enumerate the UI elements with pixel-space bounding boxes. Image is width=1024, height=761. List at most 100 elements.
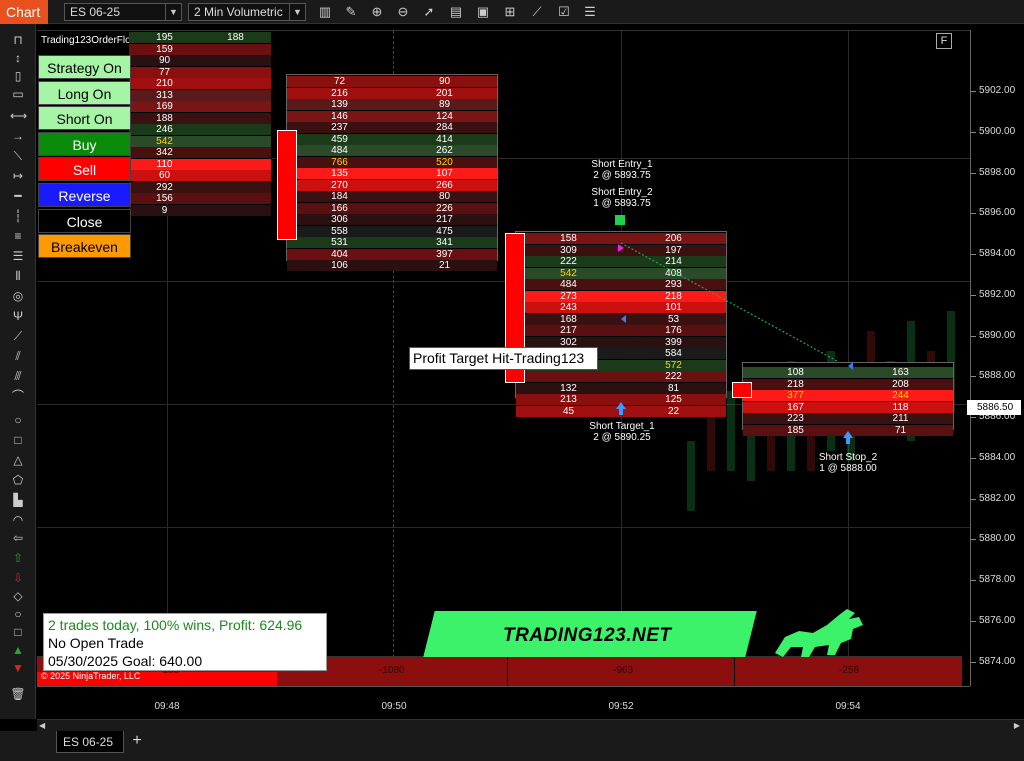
- screenshot-icon[interactable]: ▣: [475, 4, 491, 20]
- control-button-reverse[interactable]: Reverse: [38, 182, 131, 207]
- properties-icon[interactable]: ▤: [448, 4, 464, 20]
- andrews-pitchfork-icon[interactable]: Ψ: [10, 308, 26, 324]
- line-icon[interactable]: ⟷: [10, 108, 27, 124]
- ellipse-icon[interactable]: ○: [10, 412, 26, 428]
- control-button-buy[interactable]: Buy: [38, 131, 131, 156]
- price-tick: 5900.00: [970, 125, 1016, 137]
- price-tick: 5882.00: [970, 492, 1016, 504]
- short-target-1-label: Short Target_1: [589, 421, 655, 432]
- instrument-value: ES 06-25: [70, 5, 121, 19]
- chevron-down-icon: ▼: [165, 4, 181, 20]
- trend-channel-icon[interactable]: ⫻: [10, 368, 26, 384]
- scroll-left-icon[interactable]: ◀: [39, 721, 45, 730]
- control-button-short-on[interactable]: Short On: [38, 106, 131, 131]
- price-tick: 5884.00: [970, 451, 1016, 463]
- zoom-in-icon[interactable]: ⊕: [369, 4, 385, 20]
- bar-type-selector[interactable]: 2 Min Volumetric ▼: [188, 3, 306, 21]
- target-up-arrow: [616, 402, 626, 409]
- stats-line-3: 05/30/2025 Goal: 640.00: [48, 653, 203, 669]
- scroll-right-icon[interactable]: ▶: [1014, 721, 1020, 730]
- regression-channel-icon[interactable]: ⫽: [10, 348, 26, 364]
- horizontal-line-icon[interactable]: ━: [10, 188, 26, 204]
- arrow-line-icon[interactable]: ↦: [10, 168, 26, 184]
- price-tick: 5880.00: [970, 533, 1016, 545]
- short-target-1-detail: 2 @ 5890.25: [593, 432, 651, 443]
- triangle-icon[interactable]: △: [10, 452, 26, 468]
- control-button-close[interactable]: Close: [38, 208, 131, 233]
- time-axis[interactable]: 09:48 09:50 09:52 09:54: [37, 686, 970, 719]
- fib-extension-icon[interactable]: ☰: [10, 248, 26, 264]
- stop-arrow: [848, 362, 853, 370]
- chart-tab[interactable]: Chart: [0, 0, 48, 24]
- polygon-icon[interactable]: ⬠: [10, 472, 26, 488]
- stats-line-2: No Open Trade: [48, 635, 144, 651]
- region-icon[interactable]: ▯: [10, 68, 26, 84]
- rectangle-dotted-icon[interactable]: ▭: [10, 86, 26, 102]
- horizontal-scrollbar[interactable]: ◀ ▶: [37, 719, 1024, 731]
- brand-text: TRADING123.NET: [503, 625, 672, 646]
- stop-up-arrow: [843, 431, 853, 438]
- dot-icon[interactable]: ○: [10, 606, 26, 622]
- zoom-out-icon[interactable]: ⊖: [395, 4, 411, 20]
- ruler-icon[interactable]: ⊓: [10, 32, 26, 48]
- arrow-up-down-icon[interactable]: ↕: [10, 50, 26, 66]
- diamond-icon[interactable]: ◇: [10, 588, 26, 604]
- square-icon[interactable]: □: [10, 624, 26, 640]
- arc-icon[interactable]: ⌒: [10, 388, 26, 404]
- menu-icon[interactable]: ☰: [582, 4, 598, 20]
- profit-target-label: Profit Target Hit-Trading123: [409, 347, 598, 370]
- alerts-icon[interactable]: ☑: [556, 4, 572, 20]
- vertical-line-icon[interactable]: ┆: [10, 208, 26, 224]
- strip-divider: [734, 657, 735, 686]
- bar-type-value: 2 Min Volumetric: [194, 5, 283, 19]
- strategies-icon[interactable]: ⟋: [529, 4, 545, 20]
- tab-es-06-25[interactable]: ES 06-25: [56, 731, 124, 753]
- rectangle-icon[interactable]: □: [10, 432, 26, 448]
- arc-tool-icon[interactable]: ◠: [10, 512, 26, 528]
- volume-profile-icon[interactable]: ▙: [10, 492, 26, 508]
- data-series-icon[interactable]: ▥: [317, 4, 333, 20]
- price-tick: 5902.00: [970, 85, 1016, 97]
- control-button-breakeven[interactable]: Breakeven: [38, 234, 131, 259]
- extended-line-icon[interactable]: ⟍: [10, 148, 26, 164]
- entry-marker: [615, 215, 625, 225]
- indicators-icon[interactable]: ⊞: [502, 4, 518, 20]
- pencil-icon[interactable]: ✎: [343, 4, 359, 20]
- chart-toolbar: Chart ES 06-25 ▼ 2 Min Volumetric ▼ ▥ ✎ …: [0, 0, 1024, 24]
- delta-value: -258: [839, 665, 860, 676]
- instrument-selector[interactable]: ES 06-25 ▼: [64, 3, 182, 21]
- text-icon[interactable]: ⇦: [10, 530, 26, 546]
- stats-line-1: 2 trades today, 100% wins, Profit: 624.9…: [48, 617, 303, 633]
- trash-icon[interactable]: 🗑: [10, 686, 26, 702]
- time-tick: 09:48: [154, 701, 180, 712]
- add-tab-button[interactable]: +: [128, 731, 146, 753]
- price-axis[interactable]: 5902.00 5900.00 5898.00 5896.00 5894.00 5892.…: [967, 30, 1024, 686]
- triangle-up-icon[interactable]: ▲: [10, 642, 26, 658]
- fib-time-icon[interactable]: ⦀: [10, 268, 26, 284]
- arrow-down-icon[interactable]: ⇩: [10, 570, 26, 586]
- gann-fan-icon[interactable]: ⟋: [10, 328, 26, 344]
- price-tick: 5892.00: [970, 288, 1016, 300]
- control-button-long-on[interactable]: Long On: [38, 80, 131, 105]
- price-tick: 5876.00: [970, 614, 1016, 626]
- control-button-sell[interactable]: Sell: [38, 157, 131, 182]
- copyright: © 2025 NinjaTrader, LLC: [41, 671, 141, 681]
- cursor-icon[interactable]: ➚: [421, 4, 437, 20]
- short-entry-2-label: Short Entry_2: [591, 187, 653, 198]
- target-arrow: [621, 315, 626, 323]
- triangle-down-icon[interactable]: ▼: [10, 660, 26, 676]
- bull-logo: [775, 609, 863, 657]
- short-stop-2-label: Short Stop_2: [818, 452, 878, 463]
- chevron-down-icon: ▼: [289, 4, 305, 20]
- price-tick: 5898.00: [970, 166, 1016, 178]
- arrow-up-icon[interactable]: ⇧: [10, 550, 26, 566]
- bottom-tab-bar: ES 06-25 +: [0, 731, 1024, 761]
- f-button[interactable]: F: [936, 33, 952, 49]
- delta-value: -963: [613, 665, 634, 676]
- ray-icon[interactable]: →: [10, 128, 26, 144]
- fib-retracement-icon[interactable]: ≡: [10, 228, 26, 244]
- control-button-strategy-on[interactable]: Strategy On: [38, 55, 131, 79]
- short-entry-1-label: Short Entry_1: [591, 159, 653, 170]
- time-tick: 09:54: [835, 701, 861, 712]
- fib-circle-icon[interactable]: ◎: [10, 288, 26, 304]
